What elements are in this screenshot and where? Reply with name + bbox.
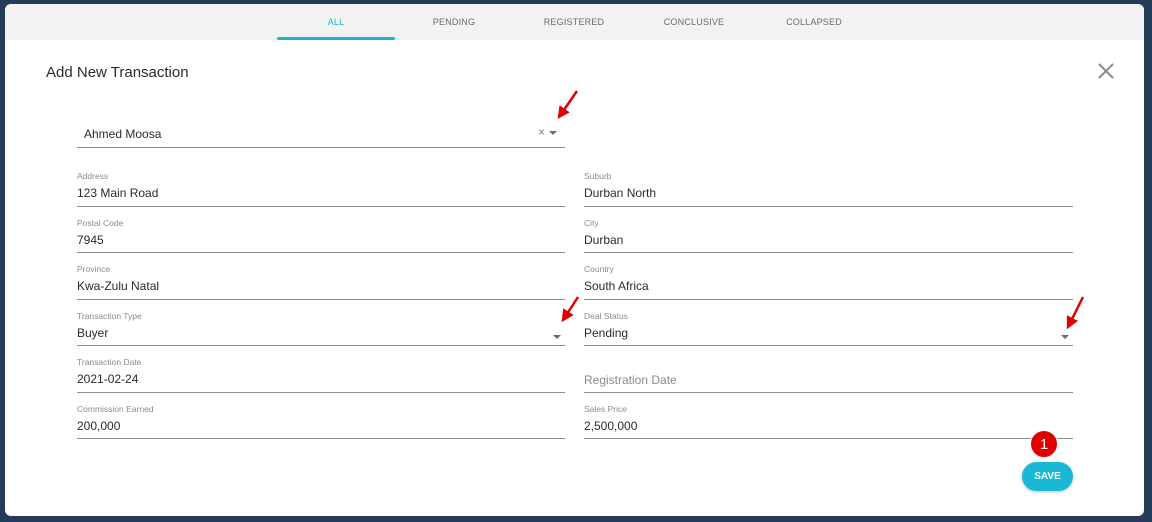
city-label: City: [584, 218, 599, 228]
tab-pending[interactable]: PENDING: [395, 4, 513, 40]
deal-status-select[interactable]: Deal Status Pending: [584, 311, 1073, 346]
active-tab-indicator: [277, 37, 395, 40]
address-field[interactable]: Address 123 Main Road: [77, 171, 565, 207]
tab-registered[interactable]: REGISTERED: [515, 4, 633, 40]
suburb-label: Suburb: [584, 171, 612, 181]
transaction-type-select[interactable]: Transaction Type Buyer: [77, 311, 565, 346]
chevron-down-icon[interactable]: [549, 131, 557, 135]
client-select[interactable]: Ahmed Moosa ×: [77, 114, 565, 148]
deal-status-value: Pending: [584, 326, 629, 340]
sales-price-field[interactable]: Sales Price 2,500,000: [584, 404, 1073, 439]
commission-earned-value: 200,000: [77, 419, 121, 433]
save-button[interactable]: SAVE: [1022, 462, 1073, 491]
suburb-value: Durban North: [584, 186, 657, 200]
province-field[interactable]: Province Kwa-Zulu Natal: [77, 264, 565, 300]
annotation-badge: 1: [1030, 430, 1058, 458]
deal-status-label: Deal Status: [584, 311, 628, 321]
city-field[interactable]: City Durban: [584, 218, 1073, 253]
postal-code-value: 7945: [77, 233, 104, 247]
commission-earned-field[interactable]: Commission Earned 200,000: [77, 404, 565, 439]
transaction-date-field[interactable]: Transaction Date 2021-02-24: [77, 357, 565, 393]
registration-date-field[interactable]: Registration Date: [584, 357, 1073, 393]
transaction-date-label: Transaction Date: [77, 357, 142, 367]
registration-date-placeholder: Registration Date: [584, 373, 677, 387]
postal-code-label: Postal Code: [77, 218, 124, 228]
suburb-field[interactable]: Suburb Durban North: [584, 171, 1073, 207]
address-value: 123 Main Road: [77, 186, 159, 200]
annotation-arrow-transaction-type: [561, 296, 580, 323]
country-field[interactable]: Country South Africa: [584, 264, 1073, 300]
chevron-down-icon[interactable]: [1061, 335, 1069, 339]
tab-conclusive[interactable]: CONCLUSIVE: [635, 4, 753, 40]
transaction-type-value: Buyer: [77, 326, 109, 340]
clear-icon[interactable]: ×: [538, 125, 545, 139]
address-label: Address: [77, 171, 109, 181]
dialog-frame: ALL PENDING REGISTERED CONCLUSIVE COLLAP…: [5, 4, 1144, 516]
close-icon[interactable]: [1095, 60, 1117, 82]
transaction-type-label: Transaction Type: [77, 311, 142, 321]
transaction-date-value: 2021-02-24: [77, 372, 139, 386]
city-value: Durban: [584, 233, 624, 247]
commission-earned-label: Commission Earned: [77, 404, 154, 414]
province-value: Kwa-Zulu Natal: [77, 279, 160, 293]
tab-collapsed[interactable]: COLLAPSED: [755, 4, 873, 40]
tab-all[interactable]: ALL: [277, 4, 395, 40]
dialog-title: Add New Transaction: [46, 64, 189, 81]
chevron-down-icon[interactable]: [553, 335, 561, 339]
country-value: South Africa: [584, 279, 649, 293]
client-select-value: Ahmed Moosa: [84, 127, 162, 141]
country-label: Country: [584, 264, 614, 274]
tab-bar: ALL PENDING REGISTERED CONCLUSIVE COLLAP…: [5, 4, 1144, 40]
postal-code-field[interactable]: Postal Code 7945: [77, 218, 565, 253]
sales-price-label: Sales Price: [584, 404, 627, 414]
sales-price-value: 2,500,000: [584, 419, 638, 433]
province-label: Province: [77, 264, 111, 274]
